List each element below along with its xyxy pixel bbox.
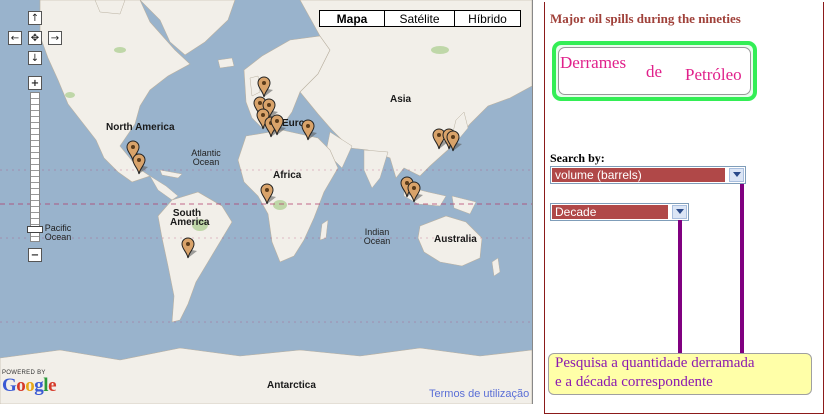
spill-marker-icon[interactable] (260, 183, 276, 205)
label-north-america: North America (106, 122, 175, 133)
map-type-mapa-button[interactable]: Mapa (319, 10, 385, 27)
label-atlantic-ocean: Atlantic Ocean (191, 148, 221, 167)
map-type-hybrid-button[interactable]: Híbrido (454, 10, 521, 27)
label-pacific-ocean: Pacific Ocean (44, 223, 72, 242)
spill-marker-icon[interactable] (181, 237, 197, 259)
spill-marker-icon[interactable] (257, 76, 273, 98)
logo-word-derrames: Derrames (560, 53, 627, 72)
spill-marker-icon[interactable] (132, 153, 148, 175)
world-map[interactable]: North America South America Atlantic Oce… (0, 0, 533, 404)
title-logo-box: Derrames de Petróleo (552, 41, 757, 101)
callout-line-2: e a década correspondente (555, 374, 713, 390)
zoom-in-button[interactable]: + (28, 76, 42, 90)
connector-line-decade (678, 220, 682, 354)
decade-select-value: Decade (552, 205, 668, 219)
volume-select-arrow-icon[interactable] (729, 168, 744, 182)
logo-word-de: de (646, 62, 663, 81)
pan-center-button[interactable]: ✥ (28, 31, 42, 45)
spill-marker-icon[interactable] (407, 181, 423, 203)
decade-select[interactable]: Decade (550, 203, 689, 221)
connector-line-volume (740, 184, 744, 354)
volume-select-value: volume (barrels) (552, 168, 725, 182)
google-logo-letter: o (16, 375, 26, 396)
google-logo-letter: e (48, 375, 56, 396)
label-indian-ocean: Indian Ocean (363, 227, 391, 246)
label-antarctica: Antarctica (267, 380, 316, 391)
label-africa: Africa (273, 170, 302, 181)
pan-left-button[interactable]: ← (8, 31, 22, 45)
pan-down-button[interactable]: ↓ (28, 51, 42, 65)
google-logo: Google (2, 375, 56, 397)
zoom-out-button[interactable]: − (28, 248, 42, 262)
google-logo-letter: g (34, 375, 44, 396)
google-logo-letter: o (25, 375, 35, 396)
panel-title: Major oil spills during the nineties (550, 11, 741, 26)
google-logo-letter: G (2, 375, 17, 396)
spill-marker-icon[interactable] (446, 130, 462, 152)
volume-select[interactable]: volume (barrels) (550, 166, 746, 184)
terms-of-use-link[interactable]: Termos de utilização (429, 388, 529, 400)
label-australia: Australia (434, 234, 477, 245)
title-logo-inner: Derrames de Petróleo (558, 47, 751, 95)
label-asia: Asia (390, 94, 412, 105)
explanation-callout: Pesquisa a quantidade derramada e a déca… (548, 353, 812, 395)
pan-right-button[interactable]: → (48, 31, 62, 45)
label-south-america: South America (170, 208, 210, 228)
map-type-satellite-button[interactable]: Satélite (384, 10, 455, 27)
spill-marker-icon[interactable] (270, 114, 286, 136)
zoom-slider-handle[interactable] (27, 226, 43, 233)
search-by-label: Search by: (550, 151, 605, 165)
callout-line-1: Pesquisa a quantidade derramada (555, 355, 755, 371)
zoom-slider-track[interactable] (30, 92, 40, 242)
pan-up-button[interactable]: ↑ (28, 11, 42, 25)
decade-select-arrow-icon[interactable] (672, 205, 687, 219)
spill-marker-icon[interactable] (301, 119, 317, 141)
logo-word-petroleo: Petróleo (685, 65, 742, 84)
